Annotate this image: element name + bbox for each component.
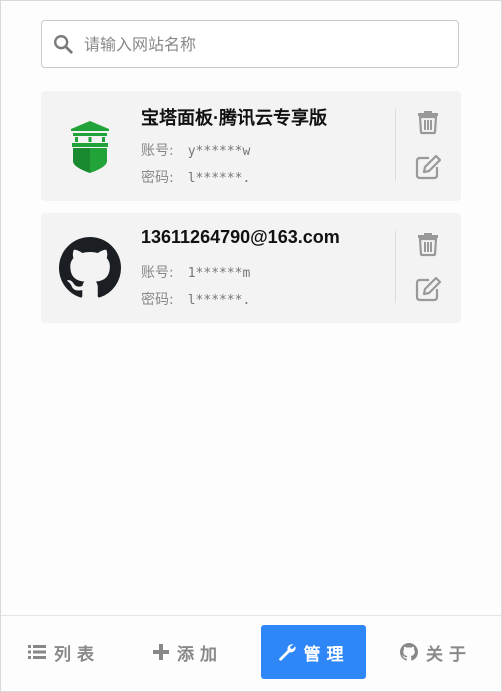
search-input[interactable] [82, 33, 446, 55]
nav-manage-label: 管理 [303, 644, 350, 665]
github-logo [59, 237, 121, 298]
password-label: 密码: [141, 292, 174, 308]
trash-icon[interactable] [414, 229, 442, 257]
nav-add-label: 添加 [177, 644, 223, 665]
account-label: 账号: [141, 143, 174, 159]
password-value: l******. [187, 293, 251, 308]
nav-list-label: 列表 [54, 644, 100, 665]
edit-icon[interactable] [414, 153, 442, 181]
trash-icon[interactable] [414, 107, 442, 135]
account-label: 账号: [141, 265, 174, 281]
edit-icon[interactable] [414, 275, 442, 303]
nav-divider [1, 615, 501, 616]
list-icon [28, 645, 46, 659]
bottom-nav: 列表 添加 管理 关于 [1, 625, 501, 683]
nav-list-button[interactable]: 列表 [19, 625, 109, 679]
search-icon [54, 35, 73, 54]
password-value: l******. [187, 171, 251, 186]
account-row: 账号: y******w [141, 140, 250, 160]
password-row: 密码: l******. [141, 289, 250, 309]
password-row: 密码: l******. [141, 167, 250, 187]
password-card[interactable]: 13611264790@163.com 账号: 1******m 密码: l****… [41, 213, 461, 323]
account-row: 账号: 1******m [141, 262, 250, 282]
divider [395, 231, 396, 303]
password-label: 密码: [141, 170, 174, 186]
site-name: 13611264790@163.com [141, 227, 340, 247]
nav-about-button[interactable]: 关于 [391, 625, 481, 679]
account-value: y******w [187, 144, 251, 159]
site-name: 宝塔面板·腾讯云专享版 [141, 108, 327, 128]
search-box[interactable] [41, 20, 459, 68]
account-value: 1******m [187, 266, 251, 281]
extension-popup: 宝塔面板·腾讯云专享版 账号: y******w 密码: l******. 1361… [0, 0, 502, 692]
password-card[interactable]: 宝塔面板·腾讯云专享版 账号: y******w 密码: l******. [41, 91, 461, 201]
nav-manage-button[interactable]: 管理 [261, 625, 366, 679]
plus-icon [153, 644, 169, 660]
bt-panel-logo [71, 121, 109, 173]
nav-about-label: 关于 [426, 644, 472, 665]
nav-add-button[interactable]: 添加 [143, 625, 233, 679]
divider [395, 109, 396, 181]
github-icon [400, 643, 418, 661]
wrench-icon [278, 644, 296, 661]
